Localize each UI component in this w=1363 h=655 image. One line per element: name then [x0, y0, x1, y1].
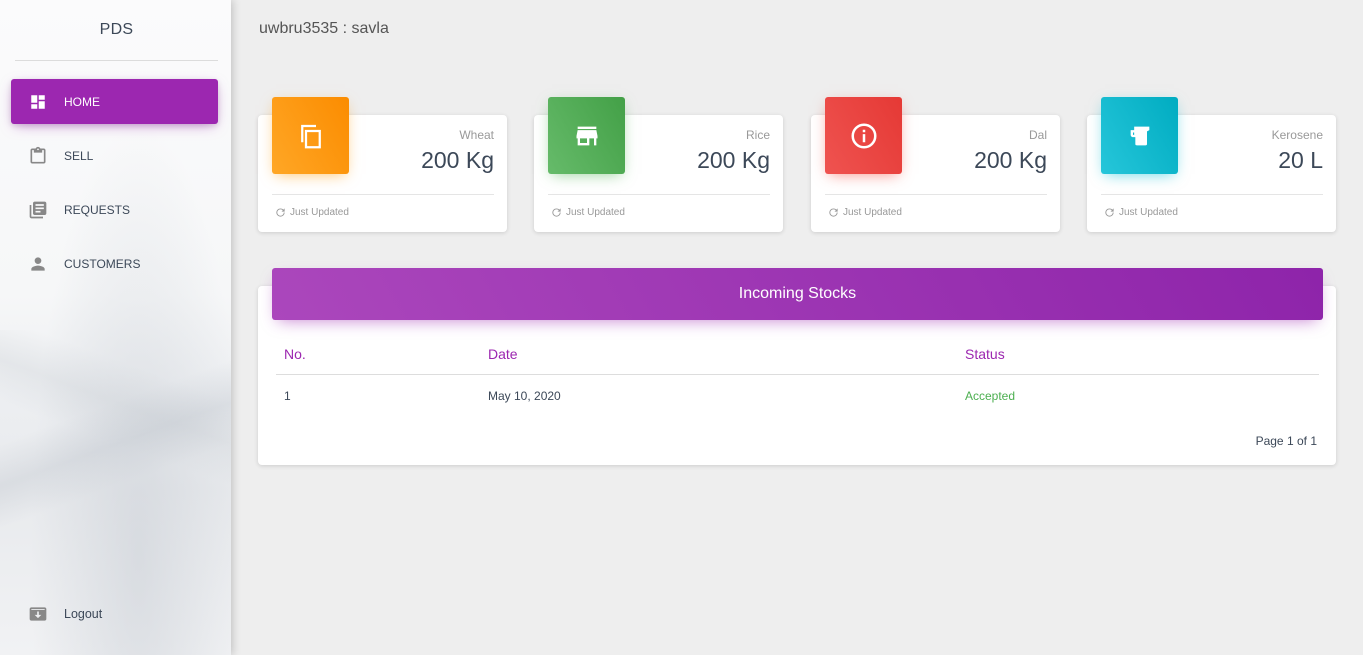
store-icon	[548, 97, 625, 174]
dashboard-icon	[28, 92, 48, 112]
card-value: 200 Kg	[697, 147, 770, 173]
stat-card-wheat: Wheat 200 Kg Just Updated	[258, 97, 507, 232]
pagination-label: Page 1 of 1	[1255, 434, 1317, 448]
sidebar-item-requests[interactable]: REQUESTS	[11, 187, 218, 232]
card-value: 20 L	[1278, 147, 1323, 173]
sidebar-item-label: REQUESTS	[64, 202, 131, 217]
table-cell-date: May 10, 2020	[488, 389, 561, 403]
column-header-no[interactable]: No.	[284, 346, 306, 362]
sidebar-item-customers[interactable]: CUSTOMERS	[11, 241, 218, 286]
cup-icon	[1101, 97, 1178, 174]
column-header-date[interactable]: Date	[488, 346, 518, 362]
brand-title[interactable]: PDS	[15, 0, 218, 61]
stat-card-rice: Rice 200 Kg Just Updated	[534, 97, 783, 232]
logout-label: Logout	[64, 607, 103, 621]
card-footer: Just Updated	[1104, 207, 1178, 218]
sidebar-item-label: SELL	[64, 148, 94, 163]
stat-card-kerosene: Kerosene 20 L Just Updated	[1087, 97, 1336, 232]
table-cell-status: Accepted	[965, 389, 1016, 403]
info-icon	[825, 97, 902, 174]
copy-icon	[272, 97, 349, 174]
card-title: Dal	[1028, 128, 1047, 142]
card-footer: Just Updated	[551, 207, 625, 218]
card-divider	[548, 194, 770, 195]
sidebar-item-sell[interactable]: SELL	[11, 133, 218, 178]
column-header-status[interactable]: Status	[965, 346, 1005, 362]
card-footer: Just Updated	[828, 207, 902, 218]
card-divider	[825, 194, 1047, 195]
card-divider	[272, 194, 494, 195]
card-footer: Just Updated	[275, 207, 349, 218]
sidebar-item-label: HOME	[64, 94, 100, 109]
table-cell-no: 1	[284, 389, 291, 403]
card-title: Rice	[745, 128, 770, 142]
sidebar: PDS HOME SELL REQUESTS CUSTOMERS Logout	[0, 0, 231, 655]
card-title: Kerosene	[1271, 128, 1323, 142]
sidebar-item-label: CUSTOMERS	[64, 256, 141, 271]
sidebar-nav: HOME SELL REQUESTS CUSTOMERS	[11, 79, 218, 295]
sidebar-item-home[interactable]: HOME	[11, 79, 218, 124]
archive-icon	[28, 604, 48, 624]
header-user-title[interactable]: uwbru3535 : savla	[259, 20, 389, 38]
card-value: 200 Kg	[421, 147, 494, 173]
update-icon	[552, 208, 561, 217]
library-books-icon	[28, 200, 48, 220]
clipboard-icon	[28, 146, 48, 166]
update-icon	[276, 208, 285, 217]
card-divider	[1101, 194, 1323, 195]
incoming-stocks-header: Incoming Stocks	[272, 268, 1323, 320]
card-title: Wheat	[459, 128, 494, 142]
logout-button[interactable]: Logout	[28, 604, 102, 624]
update-icon	[1105, 208, 1114, 217]
table-divider	[276, 374, 1319, 375]
stat-card-dal: Dal 200 Kg Just Updated	[811, 97, 1060, 232]
update-icon	[829, 208, 838, 217]
card-value: 200 Kg	[974, 147, 1047, 173]
person-icon	[28, 254, 48, 274]
